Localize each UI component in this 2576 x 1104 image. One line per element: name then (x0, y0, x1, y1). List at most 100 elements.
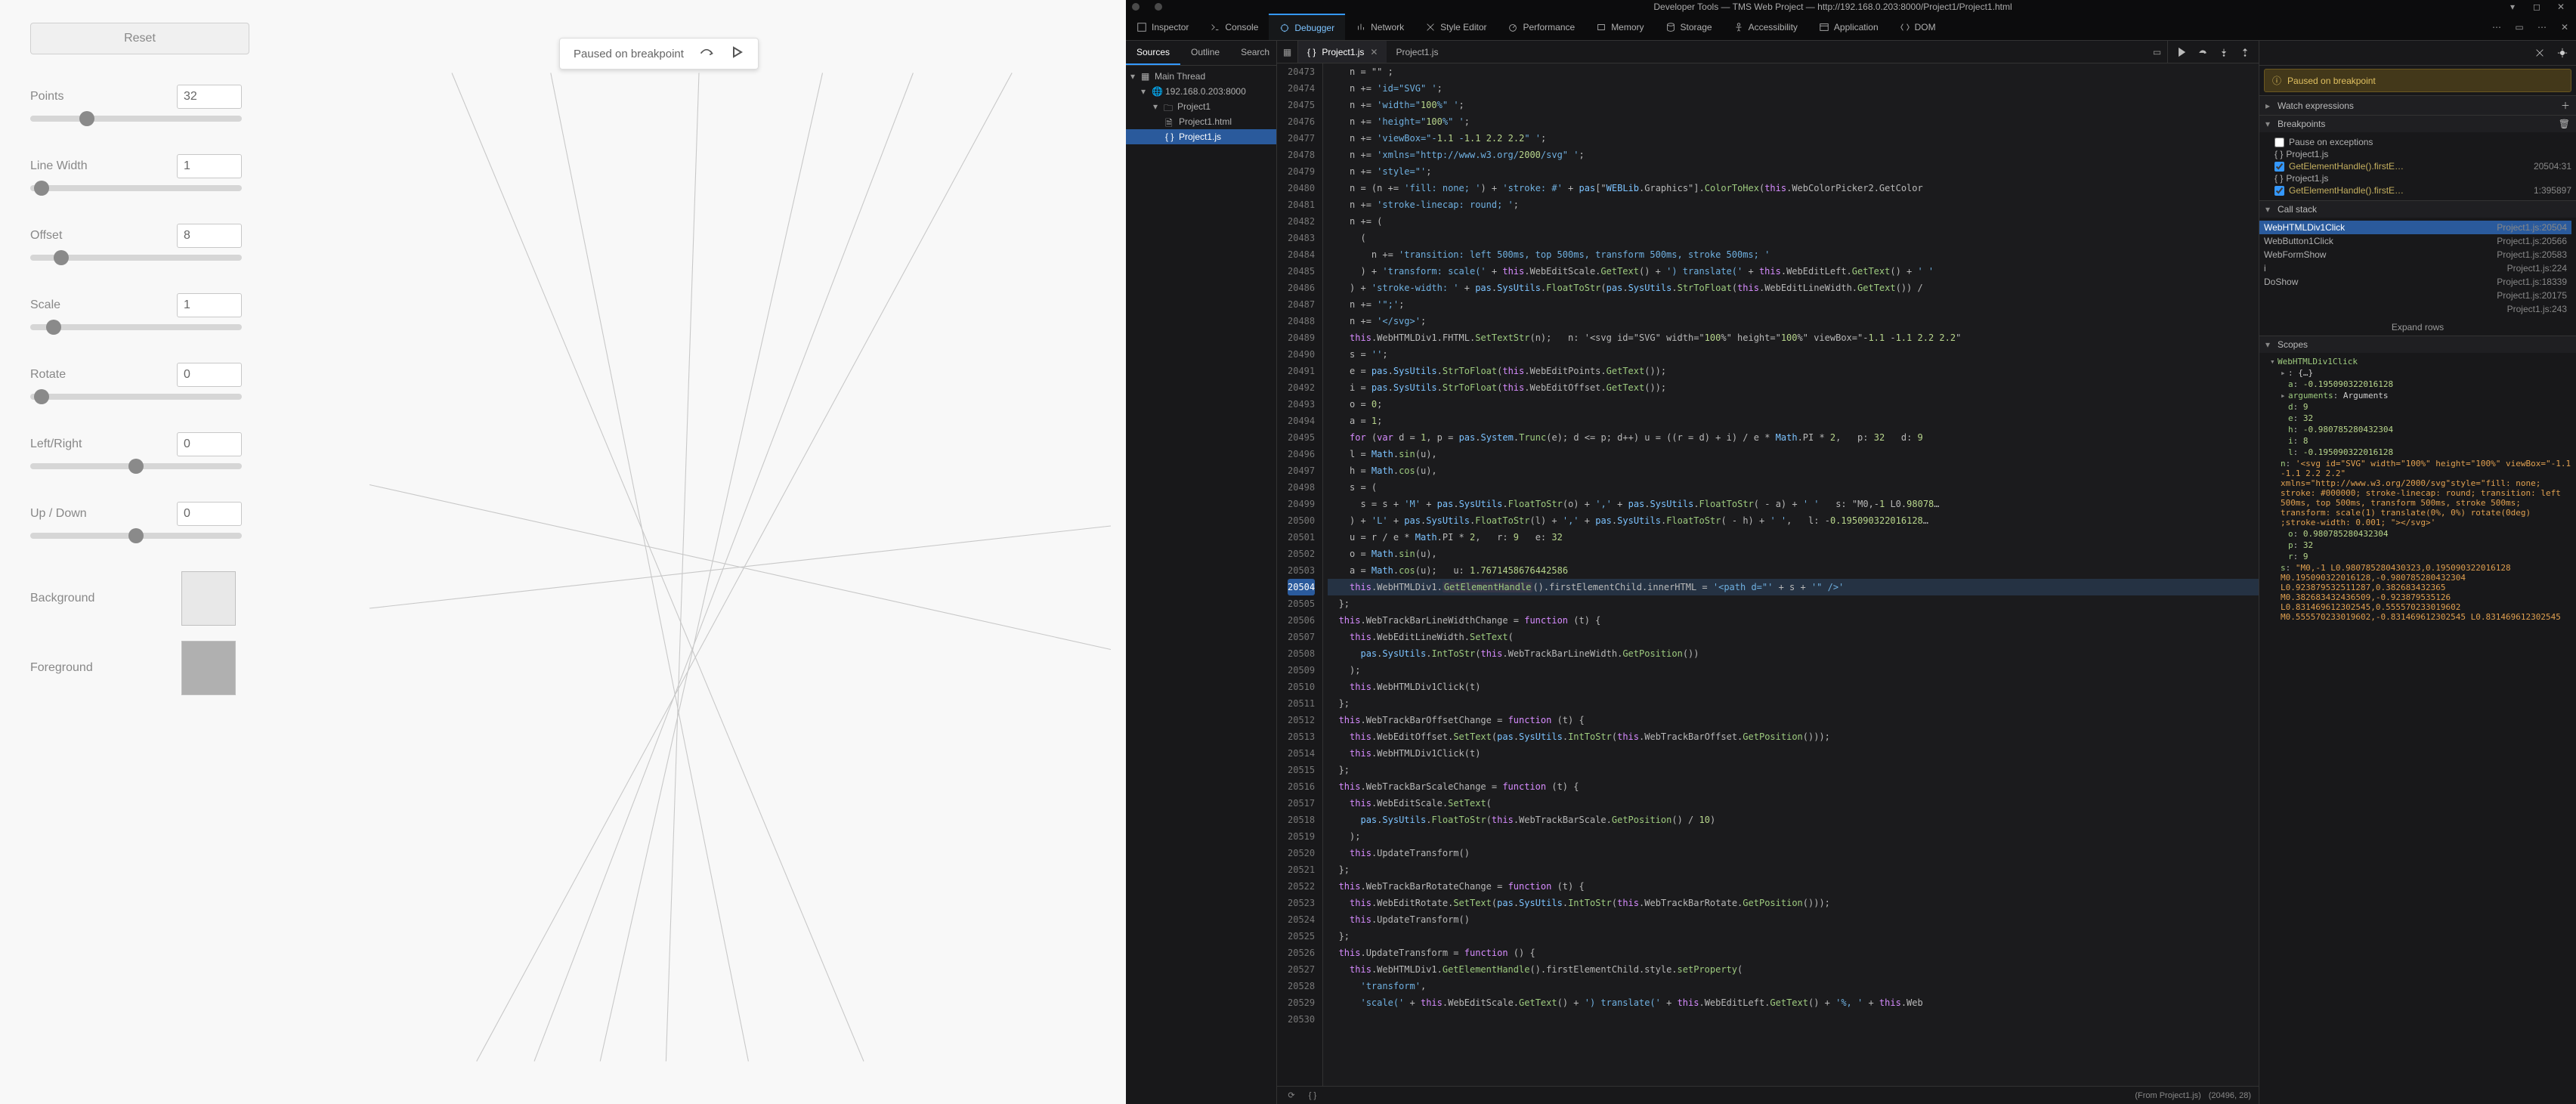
scopes-header[interactable]: ▾Scopes (2259, 336, 2576, 353)
close-icon[interactable]: ✕ (1370, 47, 1378, 57)
scope-var[interactable]: r: 9 (2270, 551, 2571, 562)
bp-file-row[interactable]: { }Project1.js (2274, 173, 2571, 184)
toolbox-more-icon[interactable]: ⋯ (2531, 14, 2553, 40)
leftright-slider[interactable] (30, 463, 242, 469)
updown-input[interactable] (177, 502, 242, 526)
tree-host[interactable]: ▾🌐192.168.0.203:8000 (1126, 84, 1276, 99)
toolbox-overflow-icon[interactable]: ⋯ (2485, 14, 2508, 40)
scope-var[interactable]: l: -0.195090322016128 (2270, 447, 2571, 458)
status-position: (20496, 28) (2209, 1091, 2251, 1100)
tab-console[interactable]: Console (1199, 14, 1269, 40)
step-over-icon[interactable] (699, 46, 714, 61)
points-slider[interactable] (30, 116, 242, 122)
scope-var[interactable]: o: 0.980785280432304 (2270, 528, 2571, 540)
window-min-icon[interactable] (1155, 3, 1162, 11)
file-tab-2[interactable]: Project1.js (1387, 41, 1447, 63)
linewidth-slider[interactable] (30, 185, 242, 191)
resume-button[interactable] (2172, 43, 2191, 61)
rotate-label: Rotate (30, 368, 66, 382)
tab-accessibility[interactable]: Accessibility (1723, 14, 1808, 40)
offset-slider[interactable] (30, 255, 242, 261)
step-out-button[interactable] (2236, 43, 2254, 61)
callstack-row[interactable]: DoShowProject1.js:18339 (2259, 275, 2571, 289)
toolbox-dock-icon[interactable]: ▭ (2508, 14, 2531, 40)
background-swatch[interactable] (181, 571, 236, 626)
window-close-icon[interactable] (1132, 3, 1140, 11)
breakpoints-header[interactable]: ▾Breakpoints🗑 (2259, 115, 2576, 132)
callstack-row[interactable]: WebButton1ClickProject1.js:20566 (2259, 234, 2571, 248)
scope-var[interactable]: ▸: {…} (2270, 367, 2571, 379)
skip-pauses-icon[interactable] (2531, 44, 2549, 62)
callstack-row[interactable]: iProject1.js:224 (2259, 261, 2571, 275)
scope-var[interactable]: a: -0.195090322016128 (2270, 379, 2571, 390)
file-icon: 🗎 (1165, 116, 1176, 127)
tree-file-js[interactable]: { }Project1.js (1126, 129, 1276, 144)
search-tab[interactable]: Search (1230, 41, 1280, 65)
tree-folder[interactable]: ▾🗀Project1 (1126, 99, 1276, 114)
sources-tab[interactable]: Sources (1126, 41, 1180, 65)
window-minimize-icon[interactable]: ▾ (2503, 2, 2522, 12)
tab-debugger[interactable]: Debugger (1269, 14, 1345, 40)
leftright-input[interactable] (177, 432, 242, 456)
code-view[interactable]: 2047320474204752047620477204782047920480… (1277, 63, 2259, 1086)
bp-file-row[interactable]: { }Project1.js (2274, 149, 2571, 159)
pause-exceptions-checkbox[interactable] (2274, 138, 2284, 147)
window-maximize-icon[interactable]: ◻ (2528, 2, 2546, 12)
bp-checkbox[interactable] (2274, 162, 2284, 172)
window-close2-icon[interactable]: ✕ (2552, 2, 2570, 12)
scope-var[interactable]: p: 32 (2270, 540, 2571, 551)
tab-dom[interactable]: DOM (1889, 14, 1947, 40)
offset-input[interactable] (177, 224, 242, 248)
points-input[interactable] (177, 85, 242, 109)
rotate-input[interactable] (177, 363, 242, 387)
tab-application[interactable]: Application (1808, 14, 1889, 40)
tab-memory[interactable]: Memory (1585, 14, 1654, 40)
pause-exceptions-row[interactable]: Pause on exceptions (2274, 135, 2571, 149)
settings-icon[interactable] (2553, 44, 2571, 62)
callstack-header[interactable]: ▾Call stack (2259, 200, 2576, 218)
outline-tab[interactable]: Outline (1180, 41, 1230, 65)
new-tab-icon[interactable]: ▭ (2147, 41, 2168, 63)
tab-styleeditor[interactable]: Style Editor (1415, 14, 1497, 40)
step-in-button[interactable] (2215, 43, 2233, 61)
toolbox-tabs: Inspector Console Debugger Network Style… (1126, 14, 2576, 41)
watch-header[interactable]: ▸Watch expressions＋ (2259, 95, 2576, 115)
callstack-row[interactable]: WebFormShowProject1.js:20583 (2259, 248, 2571, 261)
rotate-slider[interactable] (30, 394, 242, 400)
reset-button[interactable]: Reset (30, 23, 249, 54)
foreground-swatch[interactable] (181, 641, 236, 695)
scale-input[interactable] (177, 293, 242, 317)
file-tab-1[interactable]: { }Project1.js✕ (1298, 41, 1387, 63)
callstack-body: WebHTMLDiv1ClickProject1.js:20504WebButt… (2259, 218, 2576, 319)
toolbox-close-icon[interactable]: ✕ (2553, 14, 2576, 40)
tab-inspector[interactable]: Inspector (1126, 14, 1199, 40)
scope-var[interactable]: h: -0.980785280432304 (2270, 424, 2571, 435)
tab-performance[interactable]: Performance (1497, 14, 1585, 40)
bp-entry[interactable]: GetElementHandle().firstE…20504:31 (2274, 159, 2571, 173)
clear-bps-icon[interactable]: 🗑 (2559, 119, 2570, 129)
expand-rows-button[interactable]: Expand rows (2259, 319, 2576, 336)
scope-var[interactable]: ▸arguments: Arguments (2270, 390, 2571, 401)
tab-network[interactable]: Network (1345, 14, 1415, 40)
callstack-row[interactable]: Project1.js:243 (2259, 302, 2571, 316)
add-watch-icon[interactable]: ＋ (2561, 99, 2570, 112)
bp-entry[interactable]: GetElementHandle().firstE…1:395897 (2274, 184, 2571, 197)
app-sidebar: Reset Points Line Width Offset S (0, 0, 272, 718)
control-points: Points (30, 85, 242, 124)
scope-var[interactable]: e: 32 (2270, 413, 2571, 424)
pretty-print-icon[interactable]: ⟳ (1285, 1090, 1298, 1100)
callstack-row[interactable]: WebHTMLDiv1ClickProject1.js:20504 (2259, 221, 2571, 234)
callstack-row[interactable]: Project1.js:20175 (2259, 289, 2571, 302)
linewidth-input[interactable] (177, 154, 242, 178)
step-over-button[interactable] (2194, 43, 2212, 61)
scope-var[interactable]: d: 9 (2270, 401, 2571, 413)
file-nav-icon[interactable]: ▦ (1277, 41, 1298, 63)
updown-slider[interactable] (30, 533, 242, 539)
tab-storage[interactable]: Storage (1655, 14, 1723, 40)
scale-slider[interactable] (30, 324, 242, 330)
tree-thread[interactable]: ▾▦Main Thread (1126, 69, 1276, 84)
scope-var[interactable]: i: 8 (2270, 435, 2571, 447)
resume-icon[interactable] (729, 46, 744, 61)
tree-file-html[interactable]: 🗎Project1.html (1126, 114, 1276, 129)
bp-checkbox[interactable] (2274, 186, 2284, 196)
